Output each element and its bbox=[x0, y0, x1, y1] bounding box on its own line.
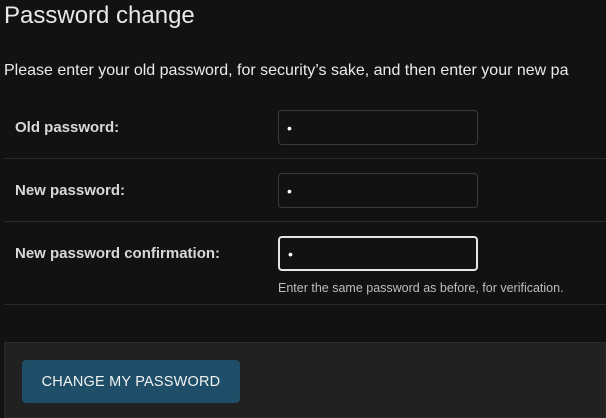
new-password-confirmation-field[interactable] bbox=[278, 236, 478, 271]
password-change-page: Password change Please enter your old pa… bbox=[0, 0, 606, 418]
new-password-field[interactable] bbox=[278, 173, 478, 208]
submit-row: CHANGE MY PASSWORD bbox=[4, 342, 606, 418]
form-row-new-password-confirmation: New password confirmation: Enter the sam… bbox=[4, 222, 606, 305]
password-form: Old password: New password: New password… bbox=[4, 96, 606, 305]
change-my-password-button[interactable]: CHANGE MY PASSWORD bbox=[22, 360, 240, 403]
page-title: Password change bbox=[4, 2, 195, 29]
old-password-field[interactable] bbox=[278, 110, 478, 145]
new-password-label: New password: bbox=[15, 182, 126, 199]
confirmation-help-text: Enter the same password as before, for v… bbox=[278, 281, 564, 295]
form-row-new-password: New password: bbox=[4, 159, 606, 222]
form-row-old-password: Old password: bbox=[4, 96, 606, 159]
old-password-label: Old password: bbox=[15, 119, 120, 136]
intro-text: Please enter your old password, for secu… bbox=[4, 62, 569, 79]
new-password-confirmation-label: New password confirmation: bbox=[15, 245, 221, 262]
